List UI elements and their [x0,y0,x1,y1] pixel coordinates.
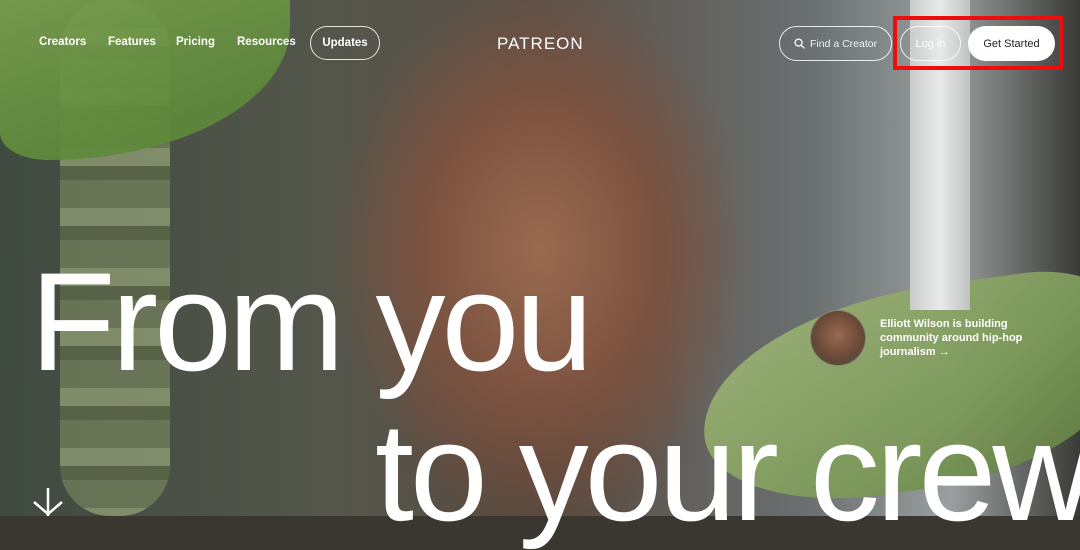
patreon-logo[interactable]: PATREON [497,34,584,54]
nav-link-resources[interactable]: Resources [237,36,296,48]
hero-headline-line2: to your crew [375,393,1080,550]
search-icon [794,38,805,49]
search-field[interactable] [779,26,892,61]
search-input[interactable] [810,37,888,50]
updates-button[interactable]: Updates [310,26,380,60]
nav-link-pricing[interactable]: Pricing [176,36,215,48]
arrow-right-icon: → [938,346,950,358]
hero-headline-line1: From you [30,243,593,400]
top-nav: Creators Features Pricing Resources Upda… [0,0,1080,86]
nav-link-creators[interactable]: Creators [39,36,86,48]
nav-link-features[interactable]: Features [108,36,156,48]
featured-creator-card[interactable]: Elliott Wilson is building community aro… [810,309,1070,367]
arrow-down-icon[interactable] [28,488,68,516]
avatar [810,310,866,366]
highlight-annotation [893,16,1063,70]
creator-card-text: Elliott Wilson is building community aro… [880,318,1023,358]
